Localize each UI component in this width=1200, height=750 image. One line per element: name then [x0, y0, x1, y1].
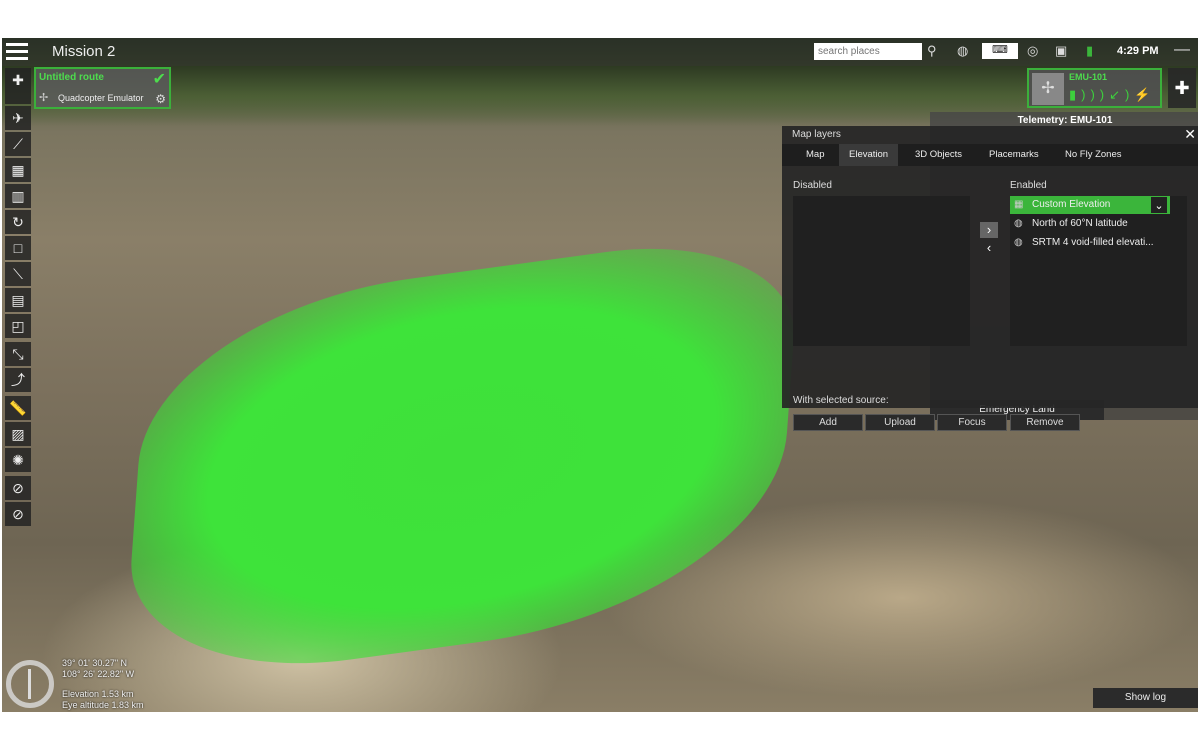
facade-scan-icon[interactable]: ▥ [5, 184, 31, 208]
enabled-label: Enabled [1010, 180, 1047, 191]
bar-tool-icon[interactable]: ▤ [5, 288, 31, 312]
vehicle-card[interactable]: ✢ EMU-101 ▮)))↙)⚡ [1027, 68, 1162, 108]
adsb-icon[interactable]: ◎ [1027, 43, 1038, 59]
panel-title: Map layers [792, 129, 841, 140]
globe-icon: ◍ [1014, 237, 1023, 248]
top-bar: Mission 2 ⚲ ◍ ⌨ ◎ ▣ ▮ 4:29 PM — [2, 38, 1198, 66]
gears-icon[interactable]: ⚙ [155, 92, 166, 106]
waypoint-tool-icon[interactable]: ⟋ [5, 132, 31, 156]
globe-icon[interactable]: ◍ [957, 43, 968, 59]
list-item[interactable]: ◍ North of 60°N latitude [1010, 215, 1187, 233]
item-label: North of 60°N latitude [1032, 218, 1128, 229]
path-edit-icon[interactable]: ⤡ [5, 342, 31, 366]
keyboard-icon[interactable]: ⌨ [982, 43, 1018, 59]
eye-altitude: Eye altitude 1.83 km [62, 700, 144, 710]
vehicle-name: EMU-101 [1069, 72, 1108, 82]
search-icon[interactable]: ⚲ [927, 43, 937, 59]
map-layers-panel: Map layers ✕ Map Elevation 3D Objects Pl… [782, 126, 1198, 431]
cancel-all-icon[interactable]: ⊘ [5, 502, 31, 526]
selected-source-label: With selected source: [793, 395, 889, 406]
mission-title: Mission 2 [52, 43, 116, 60]
disabled-label: Disabled [793, 180, 832, 191]
layer-tabs: Map Elevation 3D Objects Placemarks No F… [782, 144, 1198, 166]
enable-arrow-button[interactable]: › [980, 222, 998, 238]
map-view[interactable]: Mission 2 ⚲ ◍ ⌨ ◎ ▣ ▮ 4:29 PM — ✚ ✈ ⟋ ▦ … [2, 38, 1198, 712]
elevation: Elevation 1.53 km [62, 689, 134, 699]
chevron-down-icon[interactable]: ⌄ [1150, 196, 1168, 214]
video-icon[interactable]: ▣ [1055, 43, 1067, 59]
route-card[interactable]: Untitled route ✢ Quadcopter Emulator ✔ ⚙ [34, 67, 171, 109]
close-icon[interactable]: ✕ [1184, 126, 1196, 143]
longitude: 108° 26' 22.82" W [62, 669, 135, 679]
no-fly-zone-icon[interactable]: ▨ [5, 422, 31, 446]
sun-icon[interactable]: ✺ [5, 448, 31, 472]
route-name: Untitled route [39, 72, 104, 83]
map-icon: ▦ [1014, 199, 1024, 210]
tab-elevation[interactable]: Elevation [839, 144, 899, 166]
compass[interactable] [6, 660, 54, 708]
focus-button[interactable]: Focus [937, 414, 1007, 431]
minimize-icon[interactable]: — [1174, 41, 1190, 59]
takeoff-tool-icon[interactable]: ✈ [5, 106, 31, 130]
menu-icon[interactable] [6, 43, 28, 61]
disable-arrow-button[interactable]: ‹ [980, 240, 998, 256]
enabled-list[interactable]: ▦ Custom Elevation ⌄ ◍ North of 60°N latitu… [1010, 196, 1187, 346]
area-scan-icon[interactable]: ▦ [5, 158, 31, 182]
add-button[interactable]: Add [793, 414, 863, 431]
clock: 4:29 PM [1117, 45, 1159, 57]
show-log-button[interactable]: Show log [1093, 688, 1198, 708]
custom-elevation-overlay [122, 225, 802, 691]
route-vehicle: Quadcopter Emulator [58, 93, 144, 103]
disabled-list[interactable] [793, 196, 970, 346]
item-label: SRTM 4 void-filled elevati... [1032, 237, 1154, 248]
vehicle-status-icons: ▮)))↙)⚡ [1069, 87, 1156, 102]
check-icon[interactable]: ✔ [153, 69, 166, 89]
landing-tool-icon[interactable]: ⟍ [5, 262, 31, 286]
tab-3d-objects[interactable]: 3D Objects [905, 144, 972, 166]
tab-map[interactable]: Map [796, 144, 834, 166]
path-curve-icon[interactable]: ⤴ [5, 368, 31, 392]
list-item[interactable]: ▦ Custom Elevation ⌄ [1010, 196, 1170, 214]
device-icon[interactable]: ▮ [1086, 43, 1093, 59]
item-label: Custom Elevation [1032, 199, 1111, 210]
cancel-icon[interactable]: ⊘ [5, 476, 31, 500]
tab-no-fly-zones[interactable]: No Fly Zones [1055, 144, 1132, 166]
tab-placemarks[interactable]: Placemarks [979, 144, 1049, 166]
add-vehicle-button[interactable]: ✚ [1168, 68, 1196, 108]
globe-icon: ◍ [1014, 218, 1023, 229]
remove-button[interactable]: Remove [1010, 414, 1080, 431]
quadcopter-icon: ✢ [39, 92, 49, 104]
latitude: 39° 01' 30.27" N [62, 658, 128, 668]
vehicle-image: ✢ [1032, 73, 1064, 105]
perimeter-tool-icon[interactable]: □ [5, 236, 31, 260]
search-input[interactable] [814, 43, 922, 60]
circle-tool-icon[interactable]: ↻ [5, 210, 31, 234]
list-item[interactable]: ◍ SRTM 4 void-filled elevati... [1010, 234, 1187, 252]
left-toolbar: ✚ ✈ ⟋ ▦ ▥ ↻ □ ⟍ ▤ ◰ ⤡ ⤴ 📏 ▨ ✺ ⊘ ⊘ [5, 68, 31, 528]
add-route-button[interactable]: ✚ [5, 68, 31, 104]
upload-button[interactable]: Upload [865, 414, 935, 431]
ruler-icon[interactable]: 📏 [5, 396, 31, 420]
spiral-tool-icon[interactable]: ◰ [5, 314, 31, 338]
